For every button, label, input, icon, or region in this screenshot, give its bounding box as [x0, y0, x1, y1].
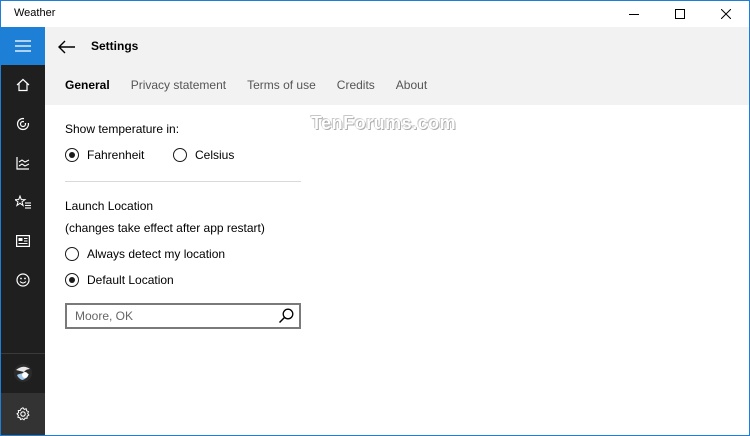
places-icon [15, 195, 31, 209]
minimize-button[interactable] [611, 1, 657, 27]
radio-label: Default Location [87, 273, 174, 287]
minimize-icon [629, 14, 639, 15]
close-button[interactable] [703, 1, 749, 27]
default-location-search-box [65, 303, 301, 329]
back-button[interactable] [53, 35, 81, 59]
temperature-label: Show temperature in: [65, 122, 180, 136]
radio-button[interactable] [65, 247, 79, 261]
maximize-button[interactable] [657, 1, 703, 27]
close-icon [721, 9, 731, 19]
news-icon [16, 235, 30, 247]
tab-terms-of-use[interactable]: Terms of use [247, 78, 316, 92]
settings-content: Show temperature in: Fahrenheit Celsius … [45, 105, 749, 435]
search-icon [278, 308, 294, 324]
radio-celsius[interactable]: Celsius [173, 148, 234, 162]
sidebar-item-places[interactable] [1, 183, 45, 221]
sidebar-item-news[interactable] [1, 222, 45, 260]
settings-header: Settings General Privacy statement Terms… [45, 27, 749, 105]
launch-location-note: (changes take effect after app restart) [65, 221, 265, 235]
sidebar-item-account[interactable] [1, 354, 45, 392]
radio-default-location[interactable]: Default Location [65, 273, 174, 287]
account-icon [14, 364, 32, 382]
tab-general[interactable]: General [65, 78, 110, 92]
radio-label: Celsius [195, 148, 235, 162]
hamburger-icon [15, 40, 31, 52]
sidebar [1, 27, 45, 435]
settings-icon [16, 407, 30, 421]
radio-fahrenheit[interactable]: Fahrenheit [65, 148, 144, 162]
sidebar-item-forecast[interactable] [1, 105, 45, 143]
sidebar-item-home[interactable] [1, 66, 45, 104]
radio-label: Fahrenheit [87, 148, 145, 162]
default-location-input[interactable] [67, 305, 267, 327]
title-bar: Weather [1, 1, 749, 27]
back-arrow-icon [58, 40, 75, 54]
section-divider [65, 181, 301, 182]
radio-button[interactable] [173, 148, 187, 162]
sidebar-item-historical-weather[interactable] [1, 144, 45, 182]
settings-tabs: General Privacy statement Terms of use C… [65, 78, 448, 92]
forecast-icon [16, 117, 30, 131]
historical-weather-icon [16, 157, 30, 170]
hamburger-menu-button[interactable] [1, 27, 45, 65]
home-icon [16, 78, 30, 92]
launch-location-label: Launch Location [65, 199, 154, 213]
feedback-icon [16, 273, 30, 287]
tab-about[interactable]: About [396, 78, 427, 92]
search-button[interactable] [275, 306, 297, 326]
page-title: Settings [91, 39, 139, 53]
radio-label: Always detect my location [87, 247, 226, 261]
watermark: TenForums.com [311, 113, 457, 133]
radio-button-selected[interactable] [65, 273, 79, 287]
sidebar-item-feedback[interactable] [1, 261, 45, 299]
radio-button-selected[interactable] [65, 148, 79, 162]
window-title: Weather [14, 7, 56, 19]
tab-privacy-statement[interactable]: Privacy statement [131, 78, 226, 92]
maximize-icon [675, 9, 685, 19]
weather-window: Weather Settings General Privacy stateme… [0, 0, 750, 436]
sidebar-item-settings[interactable] [1, 393, 45, 435]
tab-credits[interactable]: Credits [337, 78, 375, 92]
radio-always-detect-location[interactable]: Always detect my location [65, 247, 225, 261]
